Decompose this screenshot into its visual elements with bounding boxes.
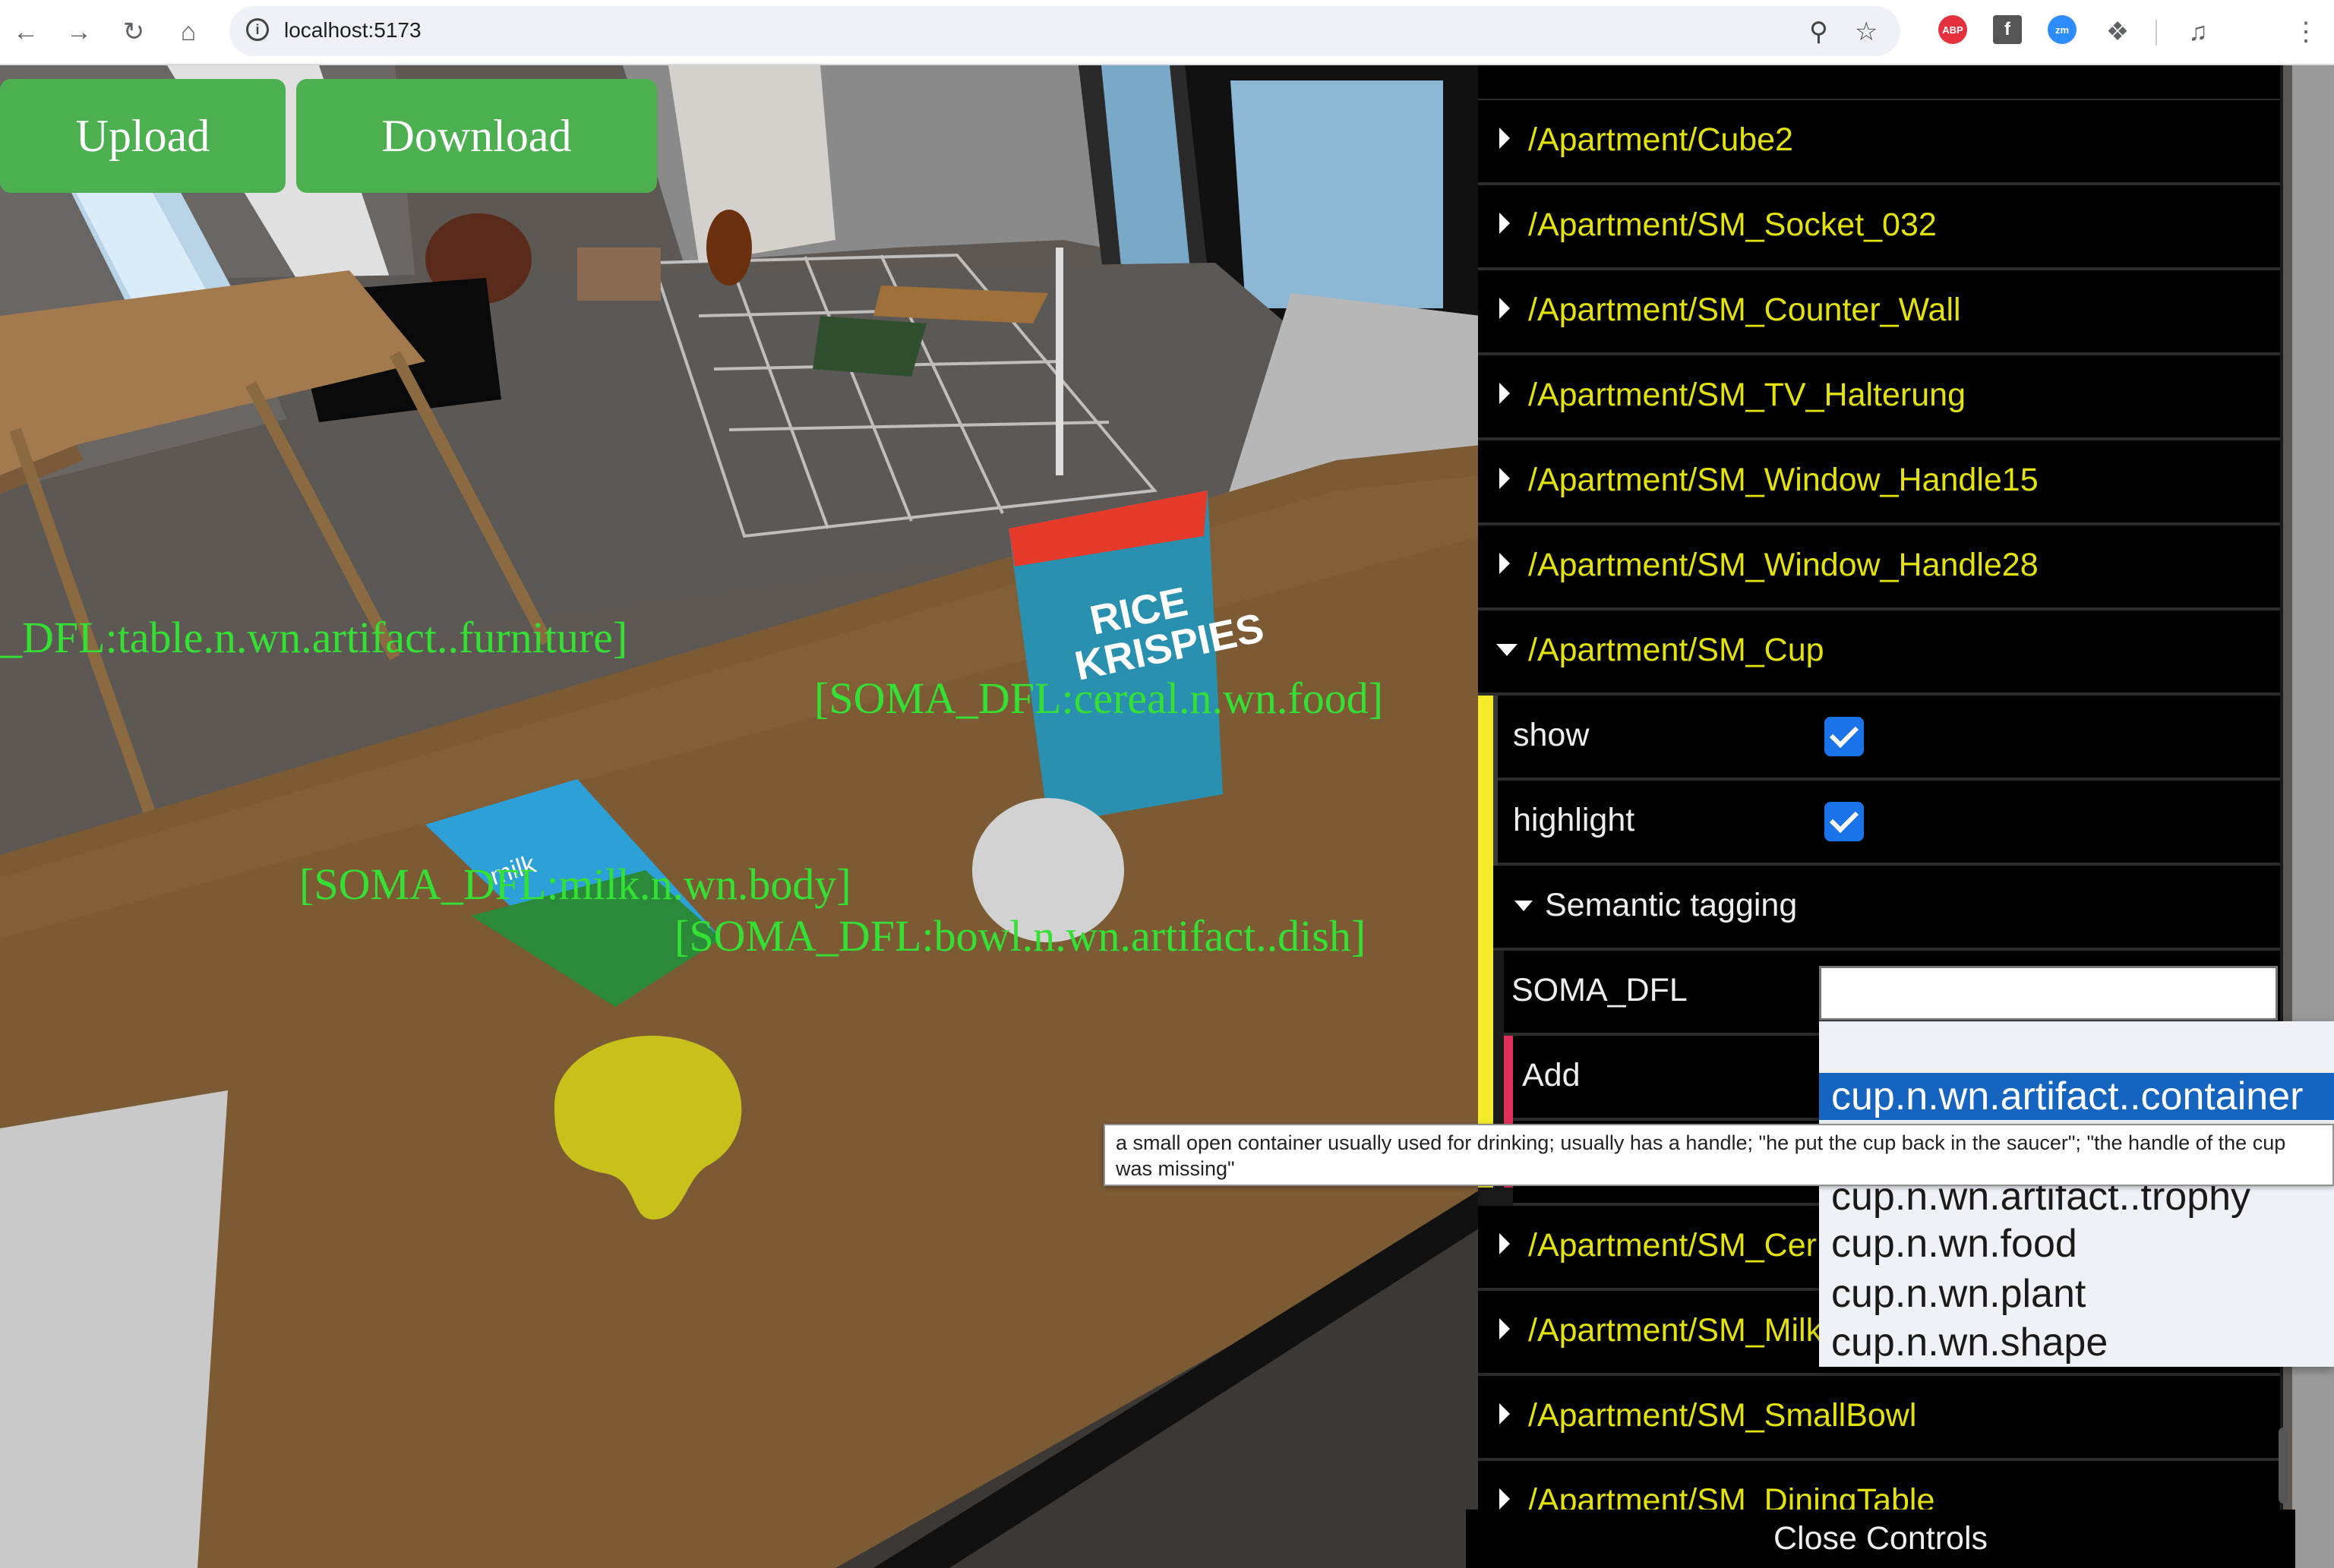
url-text[interactable]: localhost:5173 <box>284 18 422 43</box>
browser-menu-icon[interactable]: ⋮ <box>2288 14 2324 50</box>
collapsed-triangle-icon <box>1499 1488 1510 1510</box>
upload-button[interactable]: Upload <box>0 79 286 193</box>
browser-toolbar: ← → ↻ ⌂ i localhost:5173 ⚲ ☆ ABP f zm ❖ … <box>0 0 2334 65</box>
zoom-magnifier-icon[interactable]: ⚲ <box>1809 17 1828 47</box>
folder-tv-halterung[interactable]: /Apartment/SM_TV_Halterung <box>1478 355 2280 440</box>
folder-label: /Apartment/SM_TV_Halterung <box>1528 377 1966 413</box>
zoom-icon[interactable]: zm <box>2048 15 2077 44</box>
autocomplete-list: cup.n.wn.artifact..container cup.n.wn.ar… <box>1819 1021 2334 1367</box>
folder-window-handle28[interactable]: /Apartment/SM_Window_Handle28 <box>1478 525 2280 610</box>
collapsed-triangle-icon <box>1499 383 1510 404</box>
nest-indicator-bar <box>1478 696 1493 1188</box>
folder-counter-wall[interactable]: /Apartment/SM_Counter_Wall <box>1478 270 2280 355</box>
address-bar[interactable]: i localhost:5173 ⚲ ☆ <box>229 6 1900 56</box>
adblock-plus-icon[interactable]: ABP <box>1938 15 1967 44</box>
collapsed-triangle-icon <box>1499 213 1510 234</box>
nest-indicator-inner <box>1493 951 1504 1036</box>
upload-label: Upload <box>75 110 210 161</box>
show-checkbox[interactable] <box>1824 717 1864 756</box>
folder-label: /Apartment/SM_Counter_Wall <box>1528 292 1961 328</box>
autocomplete-option[interactable]: cup.n.wn.plant <box>1819 1270 2334 1317</box>
option-tooltip: a small open container usually used for … <box>1104 1124 2334 1186</box>
expanded-triangle-icon <box>1514 901 1533 911</box>
collapsed-triangle-icon <box>1499 1233 1510 1254</box>
folder-socket[interactable]: /Apartment/SM_Socket_032 <box>1478 185 2280 270</box>
folder-partial-top[interactable] <box>1478 65 2280 102</box>
autocomplete-option[interactable]: cup.n.wn.artifact..container <box>1819 1073 2334 1120</box>
folder-label: /Apartment/SM_Window_Handle28 <box>1528 547 2039 583</box>
highlight-checkbox[interactable] <box>1824 802 1864 841</box>
autocomplete-option[interactable]: cup.n.wn.food <box>1819 1220 2334 1267</box>
adblock-plus-label: ABP <box>1942 24 1963 36</box>
soma-label: SOMA_DFL <box>1511 972 1688 1008</box>
site-info-icon[interactable]: i <box>246 18 269 41</box>
folder-semantic-tagging[interactable]: Semantic tagging <box>1493 866 2280 951</box>
close-controls-label: Close Controls <box>1773 1520 1988 1557</box>
folder-label: /Apartment/SM_Cup <box>1528 632 1824 668</box>
extensions-puzzle-icon[interactable]: ❖ <box>2099 14 2136 50</box>
folder-label: /Apartment/SM_Milk <box>1528 1312 1823 1349</box>
scene-label-cereal: [SOMA_DFL:cereal.n.wn.food] <box>814 674 1384 723</box>
back-icon[interactable]: ← <box>8 14 44 50</box>
collapsed-triangle-icon <box>1499 1318 1510 1339</box>
collapsed-triangle-icon <box>1499 298 1510 319</box>
folder-window-handle15[interactable]: /Apartment/SM_Window_Handle15 <box>1478 440 2280 525</box>
highlight-label: highlight <box>1513 802 1635 838</box>
folder-sm-smallbowl[interactable]: /Apartment/SM_SmallBowl <box>1478 1376 2280 1461</box>
folder-sm-cup[interactable]: /Apartment/SM_Cup <box>1478 610 2280 696</box>
semantic-folder-label: Semantic tagging <box>1545 887 1798 923</box>
scene-label-table: _DFL:table.n.wn.artifact..furniture] <box>0 613 628 662</box>
panel-scrollbar[interactable] <box>2279 1428 2288 1503</box>
folder-cube2[interactable]: /Apartment/Cube2 <box>1478 100 2280 185</box>
show-label: show <box>1513 717 1590 753</box>
add-label: Add <box>1522 1057 1581 1093</box>
home-icon[interactable]: ⌂ <box>170 14 207 50</box>
show-row: show <box>1498 696 2280 781</box>
forward-icon[interactable]: → <box>61 14 97 50</box>
folder-label: /Apartment/SM_Socket_032 <box>1528 207 1937 243</box>
highlight-row: highlight <box>1498 781 2280 866</box>
close-controls-button[interactable]: Close Controls <box>1466 1510 2295 1568</box>
toolbar-divider <box>2156 20 2157 46</box>
download-button[interactable]: Download <box>296 79 657 193</box>
collapsed-triangle-icon <box>1499 1403 1510 1424</box>
collapsed-triangle-icon <box>1499 128 1510 149</box>
facebook-label: f <box>2004 19 2010 39</box>
zoom-label: zm <box>2054 24 2070 36</box>
soma-dfl-input[interactable] <box>1819 966 2278 1021</box>
folder-label: /Apartment/Cube2 <box>1528 121 1793 158</box>
folder-label: /Apartment/SM_Window_Handle15 <box>1528 462 2039 498</box>
facebook-icon[interactable]: f <box>1993 15 2022 44</box>
folder-label: /Apartment/SM_Cer <box>1528 1227 1817 1264</box>
folder-label: /Apartment/SM_SmallBowl <box>1528 1397 1917 1434</box>
collapsed-triangle-icon <box>1499 468 1510 489</box>
reload-icon[interactable]: ↻ <box>115 14 152 50</box>
download-label: Download <box>381 110 572 161</box>
bookmark-star-icon[interactable]: ☆ <box>1855 17 1878 47</box>
expanded-triangle-icon <box>1496 644 1518 656</box>
media-queue-icon[interactable]: ♫ <box>2180 14 2216 50</box>
scene-label-milk: [SOMA_DFL:milk.n.wn.body] <box>299 860 851 909</box>
autocomplete-option[interactable]: cup.n.wn.shape <box>1819 1319 2334 1366</box>
collapsed-triangle-icon <box>1499 553 1510 574</box>
scene-label-bowl: [SOMA_DFL:bowl.n.wn.artifact..dish] <box>674 911 1366 961</box>
